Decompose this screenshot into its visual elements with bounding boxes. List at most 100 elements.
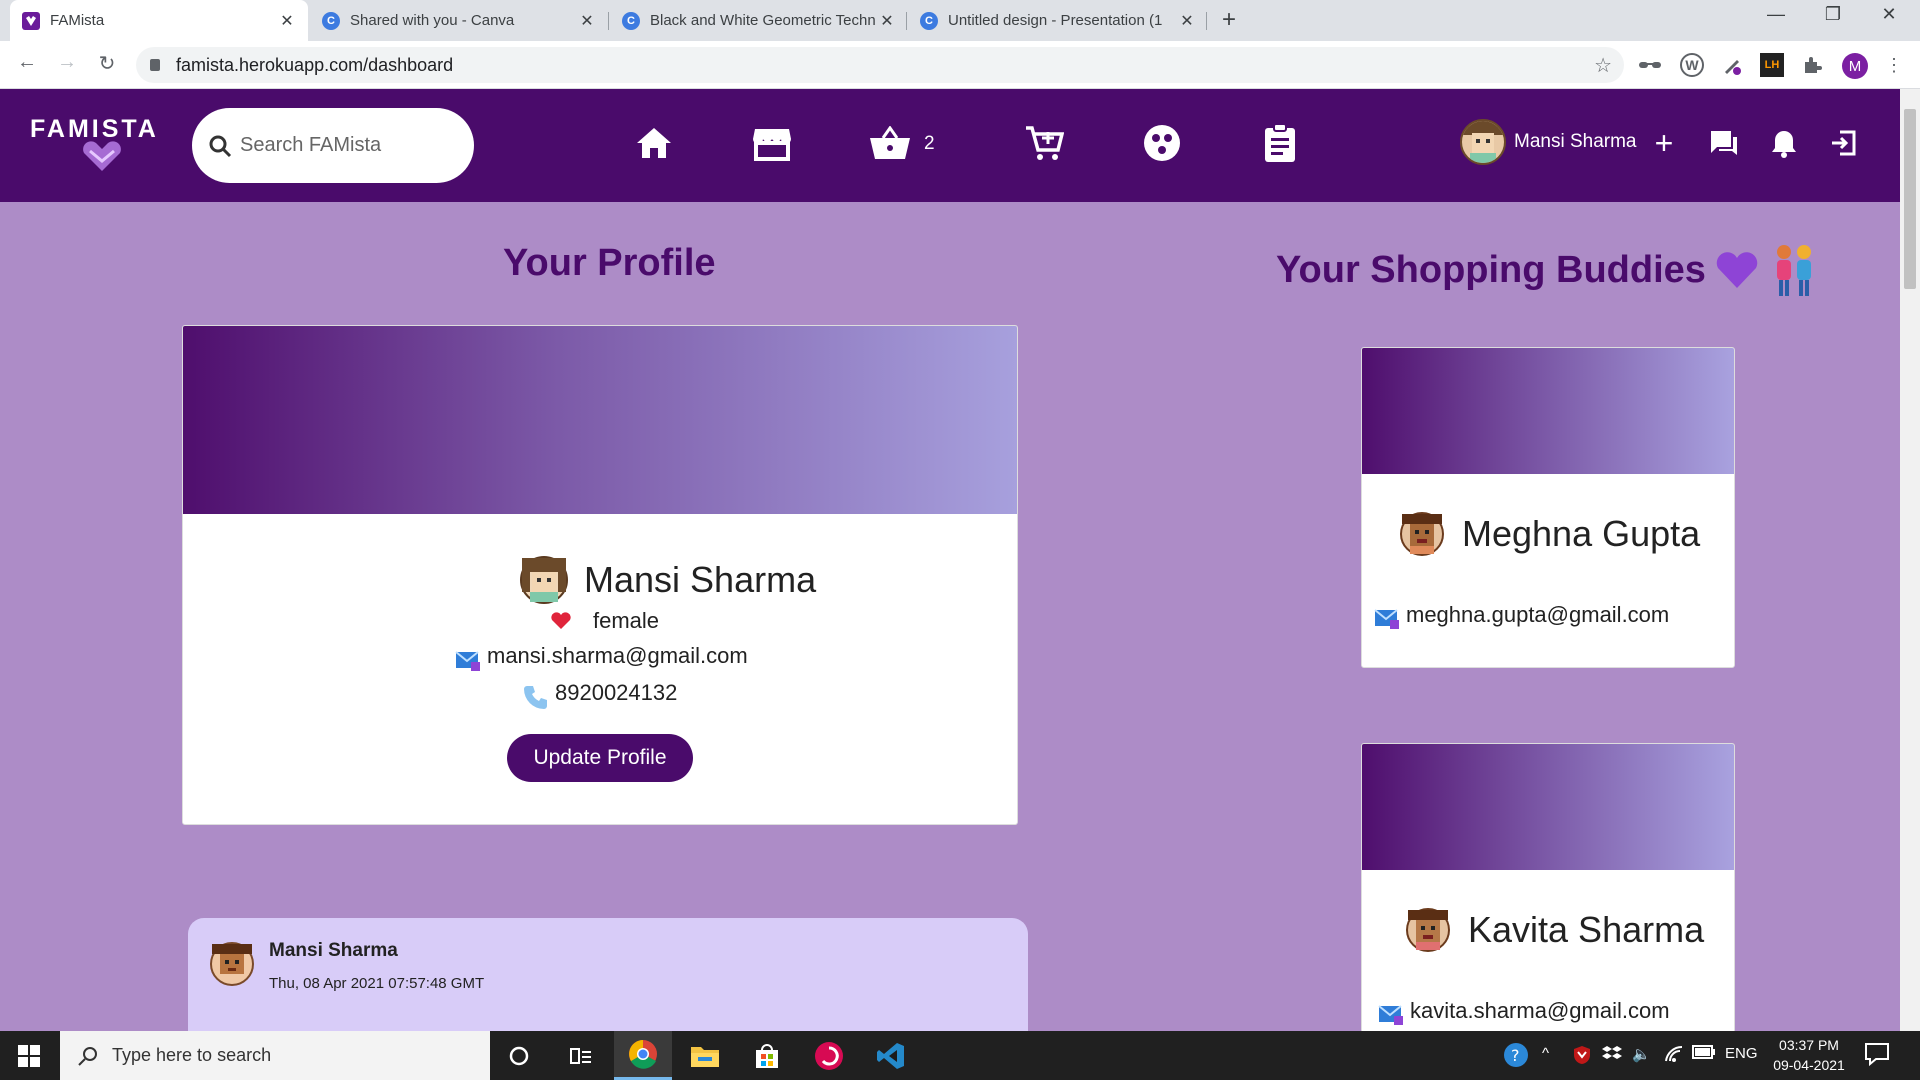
tab-famista[interactable]: FAMista ✕ [10, 0, 308, 41]
orders-clipboard-icon[interactable] [1258, 121, 1302, 165]
close-tab-icon[interactable]: ✕ [278, 11, 296, 31]
store-icon[interactable] [750, 121, 794, 165]
user-menu[interactable]: Mansi Sharma [1460, 119, 1637, 165]
url-text: famista.herokuapp.com/dashboard [176, 54, 454, 75]
email-icon [1374, 609, 1399, 629]
taskbar-search-input[interactable] [112, 1045, 452, 1066]
tab-title: FAMista [50, 12, 105, 29]
show-hidden-icons[interactable]: ^ [1542, 1045, 1549, 1062]
tab-separator [608, 12, 609, 30]
edit-extension-icon[interactable] [1720, 53, 1744, 77]
close-tab-icon[interactable]: ✕ [1178, 11, 1196, 31]
email-icon [455, 651, 480, 671]
windows-start-icon[interactable] [14, 1043, 46, 1069]
lock-icon [150, 59, 160, 71]
clock-time: 03:37 PM [1779, 1037, 1839, 1053]
search-icon [209, 135, 232, 157]
help-icon[interactable]: ? [1502, 1041, 1530, 1073]
taskbar-search[interactable] [60, 1031, 490, 1080]
buddy-card[interactable]: Kavita Sharma kavita.sharma@gmail.com [1361, 743, 1735, 1033]
mcafee-icon[interactable] [1572, 1045, 1592, 1069]
community-icon[interactable] [1140, 121, 1184, 165]
windows-taskbar: ? ^ 🔈 ENG 03:37 PM 09-04-2021 [0, 1031, 1920, 1080]
phone-icon [524, 686, 547, 709]
tab-canva-presentation[interactable]: C Untitled design - Presentation (1 ✕ [908, 0, 1208, 41]
red-heart-icon [551, 612, 571, 629]
close-tab-icon[interactable]: ✕ [878, 11, 896, 31]
chat-icon[interactable] [1702, 121, 1746, 165]
shopping-buddies-heading: Your Shopping Buddies [1276, 248, 1706, 291]
user-name: Mansi Sharma [1514, 131, 1637, 152]
chrome-taskbar-icon[interactable] [614, 1031, 672, 1080]
logout-icon[interactable] [1822, 121, 1866, 165]
page-scrollbar[interactable] [1900, 89, 1920, 1031]
new-tab-button[interactable]: + [1222, 6, 1236, 34]
restore-button[interactable]: ❐ [1810, 4, 1856, 25]
browser-toolbar: ← → ↻ famista.herokuapp.com/dashboard ☆ … [0, 41, 1920, 89]
buddy-banner [1362, 348, 1734, 474]
scrollbar-thumb[interactable] [1904, 109, 1916, 289]
reload-icon[interactable]: ↻ [92, 51, 122, 76]
puzzle-extensions-icon[interactable] [1800, 53, 1824, 77]
notifications-icon[interactable] [1864, 1041, 1890, 1071]
svg-text:?: ? [1511, 1046, 1520, 1065]
search-box[interactable] [192, 108, 474, 183]
clock-date: 09-04-2021 [1773, 1057, 1845, 1073]
notification-bell-icon[interactable] [1762, 121, 1806, 165]
profile-banner [183, 326, 1017, 514]
minimize-button[interactable]: — [1753, 4, 1799, 25]
back-icon[interactable]: ← [12, 51, 42, 74]
language-indicator[interactable]: ENG [1725, 1045, 1758, 1062]
close-window-button[interactable]: ✕ [1866, 4, 1912, 25]
buddy-card[interactable]: Meghna Gupta meghna.gupta@gmail.com [1361, 347, 1735, 668]
vscode-icon[interactable] [862, 1031, 920, 1080]
file-explorer-icon[interactable] [676, 1031, 734, 1080]
update-profile-button[interactable]: Update Profile [507, 734, 693, 782]
buddy-email: meghna.gupta@gmail.com [1406, 602, 1670, 627]
profile-phone-row: 8920024132 [523, 676, 677, 710]
microsoft-store-icon[interactable] [738, 1031, 796, 1080]
volume-icon[interactable]: 🔈 [1632, 1045, 1651, 1063]
basket-count-badge: 2 [924, 133, 935, 154]
profile-email-row: mansi.sharma@gmail.com [455, 640, 748, 672]
search-input[interactable] [240, 134, 460, 157]
famista-favicon-icon [22, 11, 40, 30]
wordpress-extension-icon[interactable]: W [1680, 53, 1704, 77]
chrome-profile-avatar[interactable]: M [1842, 53, 1868, 79]
taskbar-clock[interactable]: 03:37 PM 09-04-2021 [1764, 1035, 1854, 1075]
battery-icon[interactable] [1692, 1045, 1716, 1063]
tab-canva-geometric[interactable]: C Black and White Geometric Techn ✕ [610, 0, 908, 41]
basket-icon[interactable] [868, 121, 912, 165]
dropbox-icon[interactable] [1602, 1045, 1622, 1067]
profile-phone: 8920024132 [555, 680, 678, 705]
lighthouse-extension-icon[interactable]: LH [1760, 53, 1784, 77]
address-bar[interactable]: famista.herokuapp.com/dashboard ☆ [136, 47, 1624, 83]
user-avatar [1460, 119, 1506, 165]
buddy-name-row: Kavita Sharma [1406, 908, 1704, 952]
buddy-email-row: meghna.gupta@gmail.com [1374, 600, 1669, 630]
tab-separator [906, 12, 907, 30]
bookmark-star-icon[interactable]: ☆ [1594, 53, 1612, 78]
tab-canva-shared[interactable]: C Shared with you - Canva ✕ [310, 0, 608, 41]
post-author-name[interactable]: Mansi Sharma [269, 940, 398, 962]
app-navbar: FAMISTA 2 Mansi Sharma + [0, 89, 1900, 202]
wifi-icon[interactable] [1664, 1045, 1684, 1067]
incognito-extension-icon[interactable] [1638, 53, 1662, 77]
task-view-icon[interactable] [552, 1031, 610, 1080]
add-to-cart-icon[interactable] [1022, 121, 1066, 165]
canva-favicon-icon: C [920, 11, 938, 30]
buddy-banner [1362, 744, 1734, 870]
buddy-avatar [1400, 512, 1444, 556]
add-icon[interactable]: + [1642, 121, 1686, 165]
post-timestamp: Thu, 08 Apr 2021 07:57:48 GMT [269, 975, 485, 992]
cortana-icon[interactable] [490, 1031, 548, 1080]
chrome-menu-icon[interactable]: ⋮ [1882, 53, 1906, 77]
tab-title: Untitled design - Presentation (1 [948, 12, 1163, 29]
forward-icon[interactable]: → [52, 51, 82, 74]
close-tab-icon[interactable]: ✕ [578, 11, 596, 31]
post-author-avatar [210, 942, 254, 986]
two-women-icon [1776, 245, 1811, 296]
profile-name-row: Mansi Sharma [520, 556, 816, 604]
debian-app-icon[interactable] [800, 1031, 858, 1080]
home-icon[interactable] [632, 121, 676, 165]
